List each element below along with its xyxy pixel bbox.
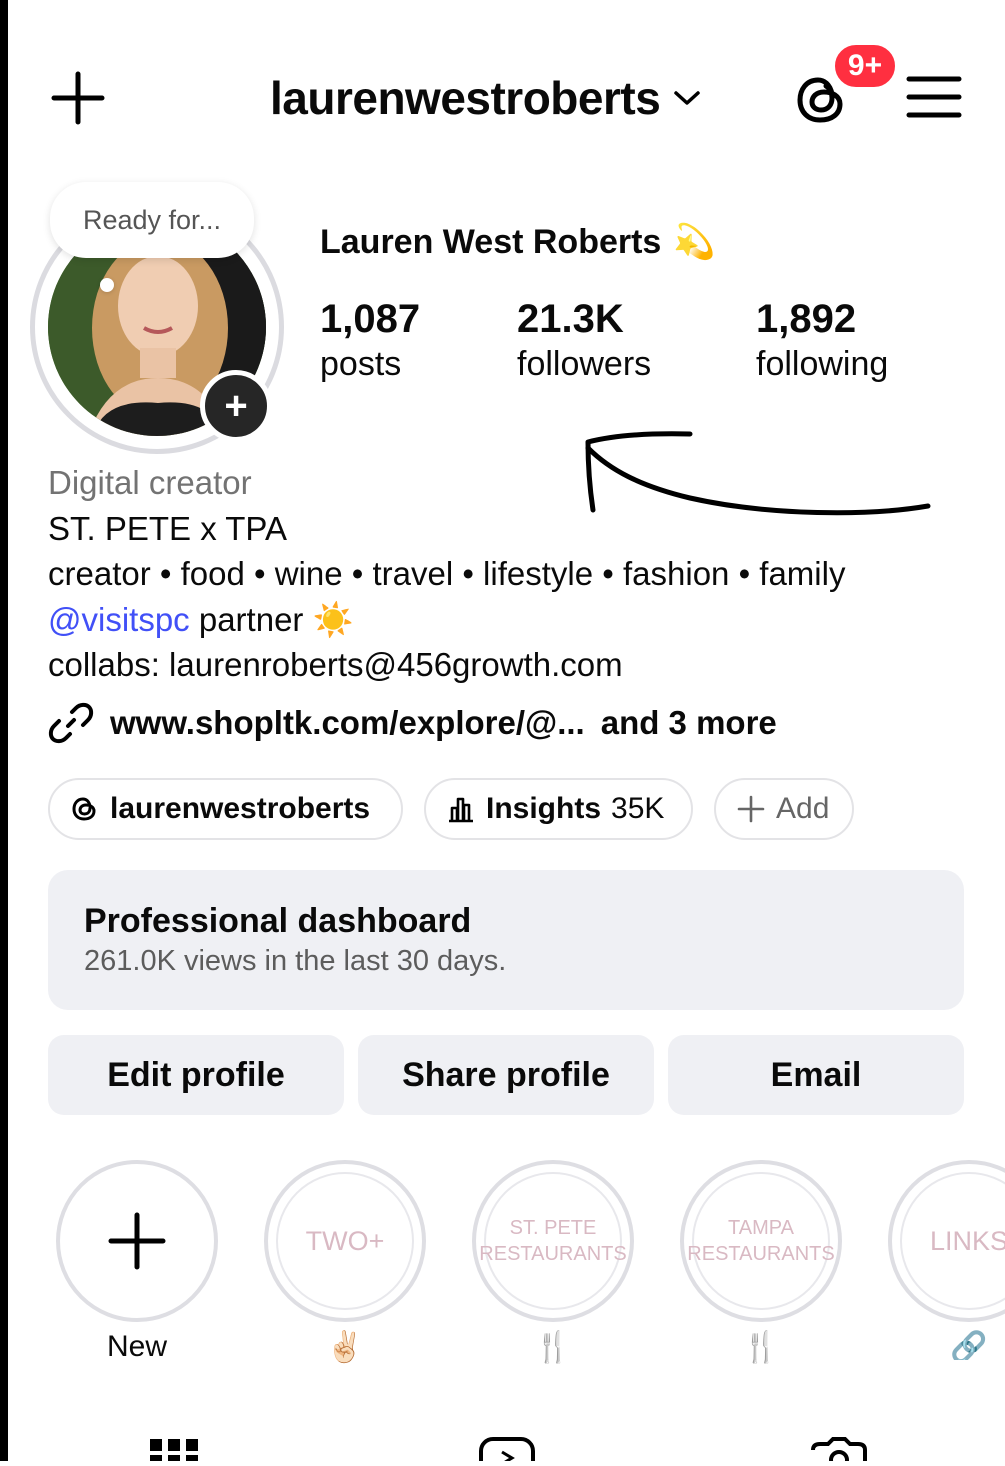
highlight-cover: TAMPA RESTAURANTS (687, 1172, 835, 1310)
tagged-tab-icon[interactable] (810, 1436, 868, 1466)
highlight-two[interactable]: TWO+ (264, 1160, 426, 1322)
email-button[interactable]: Email (668, 1035, 964, 1115)
bio-line-collabs: collabs: laurenroberts@456growth.com (48, 646, 623, 683)
plus-icon (68, 1172, 206, 1310)
hand-drawn-arrow (585, 431, 931, 516)
bio-line-location: ST. PETE x TPA (48, 510, 288, 547)
highlight-label: New (106, 1330, 167, 1363)
highlight-label: 🍴 (742, 1331, 780, 1364)
link-icon (48, 702, 94, 744)
stat-label: following (756, 345, 889, 383)
threads-pill-label: laurenwestroberts (110, 792, 371, 825)
stat-followers[interactable]: 21.3K followers (517, 296, 651, 386)
bio-partner-text: partner ☀️ (189, 601, 354, 638)
dashboard-subtitle: 261.0K views in the last 30 days. (84, 945, 507, 977)
highlight-new[interactable] (56, 1160, 218, 1322)
reels-tab-icon[interactable] (478, 1436, 536, 1466)
highlight-cover: ST. PETE RESTAURANTS (479, 1172, 627, 1310)
stat-value: 1,892 (756, 297, 857, 341)
stat-value: 1,087 (320, 297, 421, 341)
stat-following[interactable]: 1,892 following (756, 296, 888, 386)
highlight-label: 🔗 (950, 1331, 988, 1360)
share-profile-button[interactable]: Share profile (358, 1035, 654, 1115)
plus-icon (737, 795, 765, 823)
hamburger-menu-icon[interactable] (906, 74, 962, 120)
threads-icon (72, 797, 96, 821)
add-label: Add (776, 792, 830, 825)
highlight-links-clip: LINKS 🔗 (888, 1160, 1005, 1360)
dashboard-title: Professional dashboard (84, 902, 472, 940)
insights-label: Insights (486, 792, 602, 825)
full-name: Lauren West Roberts 💫 (320, 222, 716, 262)
chevron-down-icon (674, 91, 701, 105)
bio-links[interactable]: www.shopltk.com/explore/@... and 3 more (48, 700, 777, 746)
stat-posts[interactable]: 1,087 posts (320, 296, 420, 386)
highlight-links[interactable]: LINKS (888, 1160, 1005, 1322)
username-title: laurenwestroberts (270, 72, 661, 124)
note-bubble-tail (100, 278, 114, 292)
grid-tab-icon[interactable] (150, 1437, 198, 1466)
add-pill[interactable]: Add (714, 778, 854, 840)
account-switcher[interactable]: laurenwestroberts (270, 70, 702, 126)
bio-line-partner: @visitspc partner ☀️ (48, 597, 354, 643)
highlight-label: ✌🏻 (326, 1331, 364, 1364)
highlight-cover: LINKS (900, 1172, 1005, 1310)
dizzy-emoji: 💫 (673, 223, 716, 261)
create-plus-icon[interactable] (50, 70, 106, 126)
highlight-tampa-restaurants[interactable]: TAMPA RESTAURANTS (680, 1160, 842, 1322)
highlight-st-pete-restaurants[interactable]: ST. PETE RESTAURANTS (472, 1160, 634, 1322)
link-more[interactable]: and 3 more (601, 704, 777, 742)
note-bubble[interactable]: Ready for... (50, 182, 254, 258)
insights-value: 35K (611, 792, 665, 825)
insights-pill[interactable]: Insights 35K (424, 778, 693, 840)
category-label: Digital creator (48, 464, 252, 501)
bio-line-topics: creator • food • wine • travel • lifesty… (48, 555, 846, 592)
screen-edge (0, 0, 8, 1461)
mention-link[interactable]: @visitspc (48, 601, 190, 638)
notification-badge: 9+ (832, 42, 898, 90)
threads-profile-pill[interactable]: laurenwestroberts (48, 778, 403, 840)
add-story-button[interactable]: + (200, 370, 272, 442)
highlight-cover: TWO+ (276, 1172, 414, 1310)
full-name-text: Lauren West Roberts (320, 222, 662, 261)
stat-label: posts (320, 345, 402, 383)
stat-label: followers (517, 345, 652, 383)
link-text[interactable]: www.shopltk.com/explore/@... (110, 704, 585, 742)
stat-value: 21.3K (517, 297, 624, 341)
edit-profile-button[interactable]: Edit profile (48, 1035, 344, 1115)
highlight-label: 🍴 (534, 1331, 572, 1364)
bar-chart-icon (449, 797, 473, 823)
